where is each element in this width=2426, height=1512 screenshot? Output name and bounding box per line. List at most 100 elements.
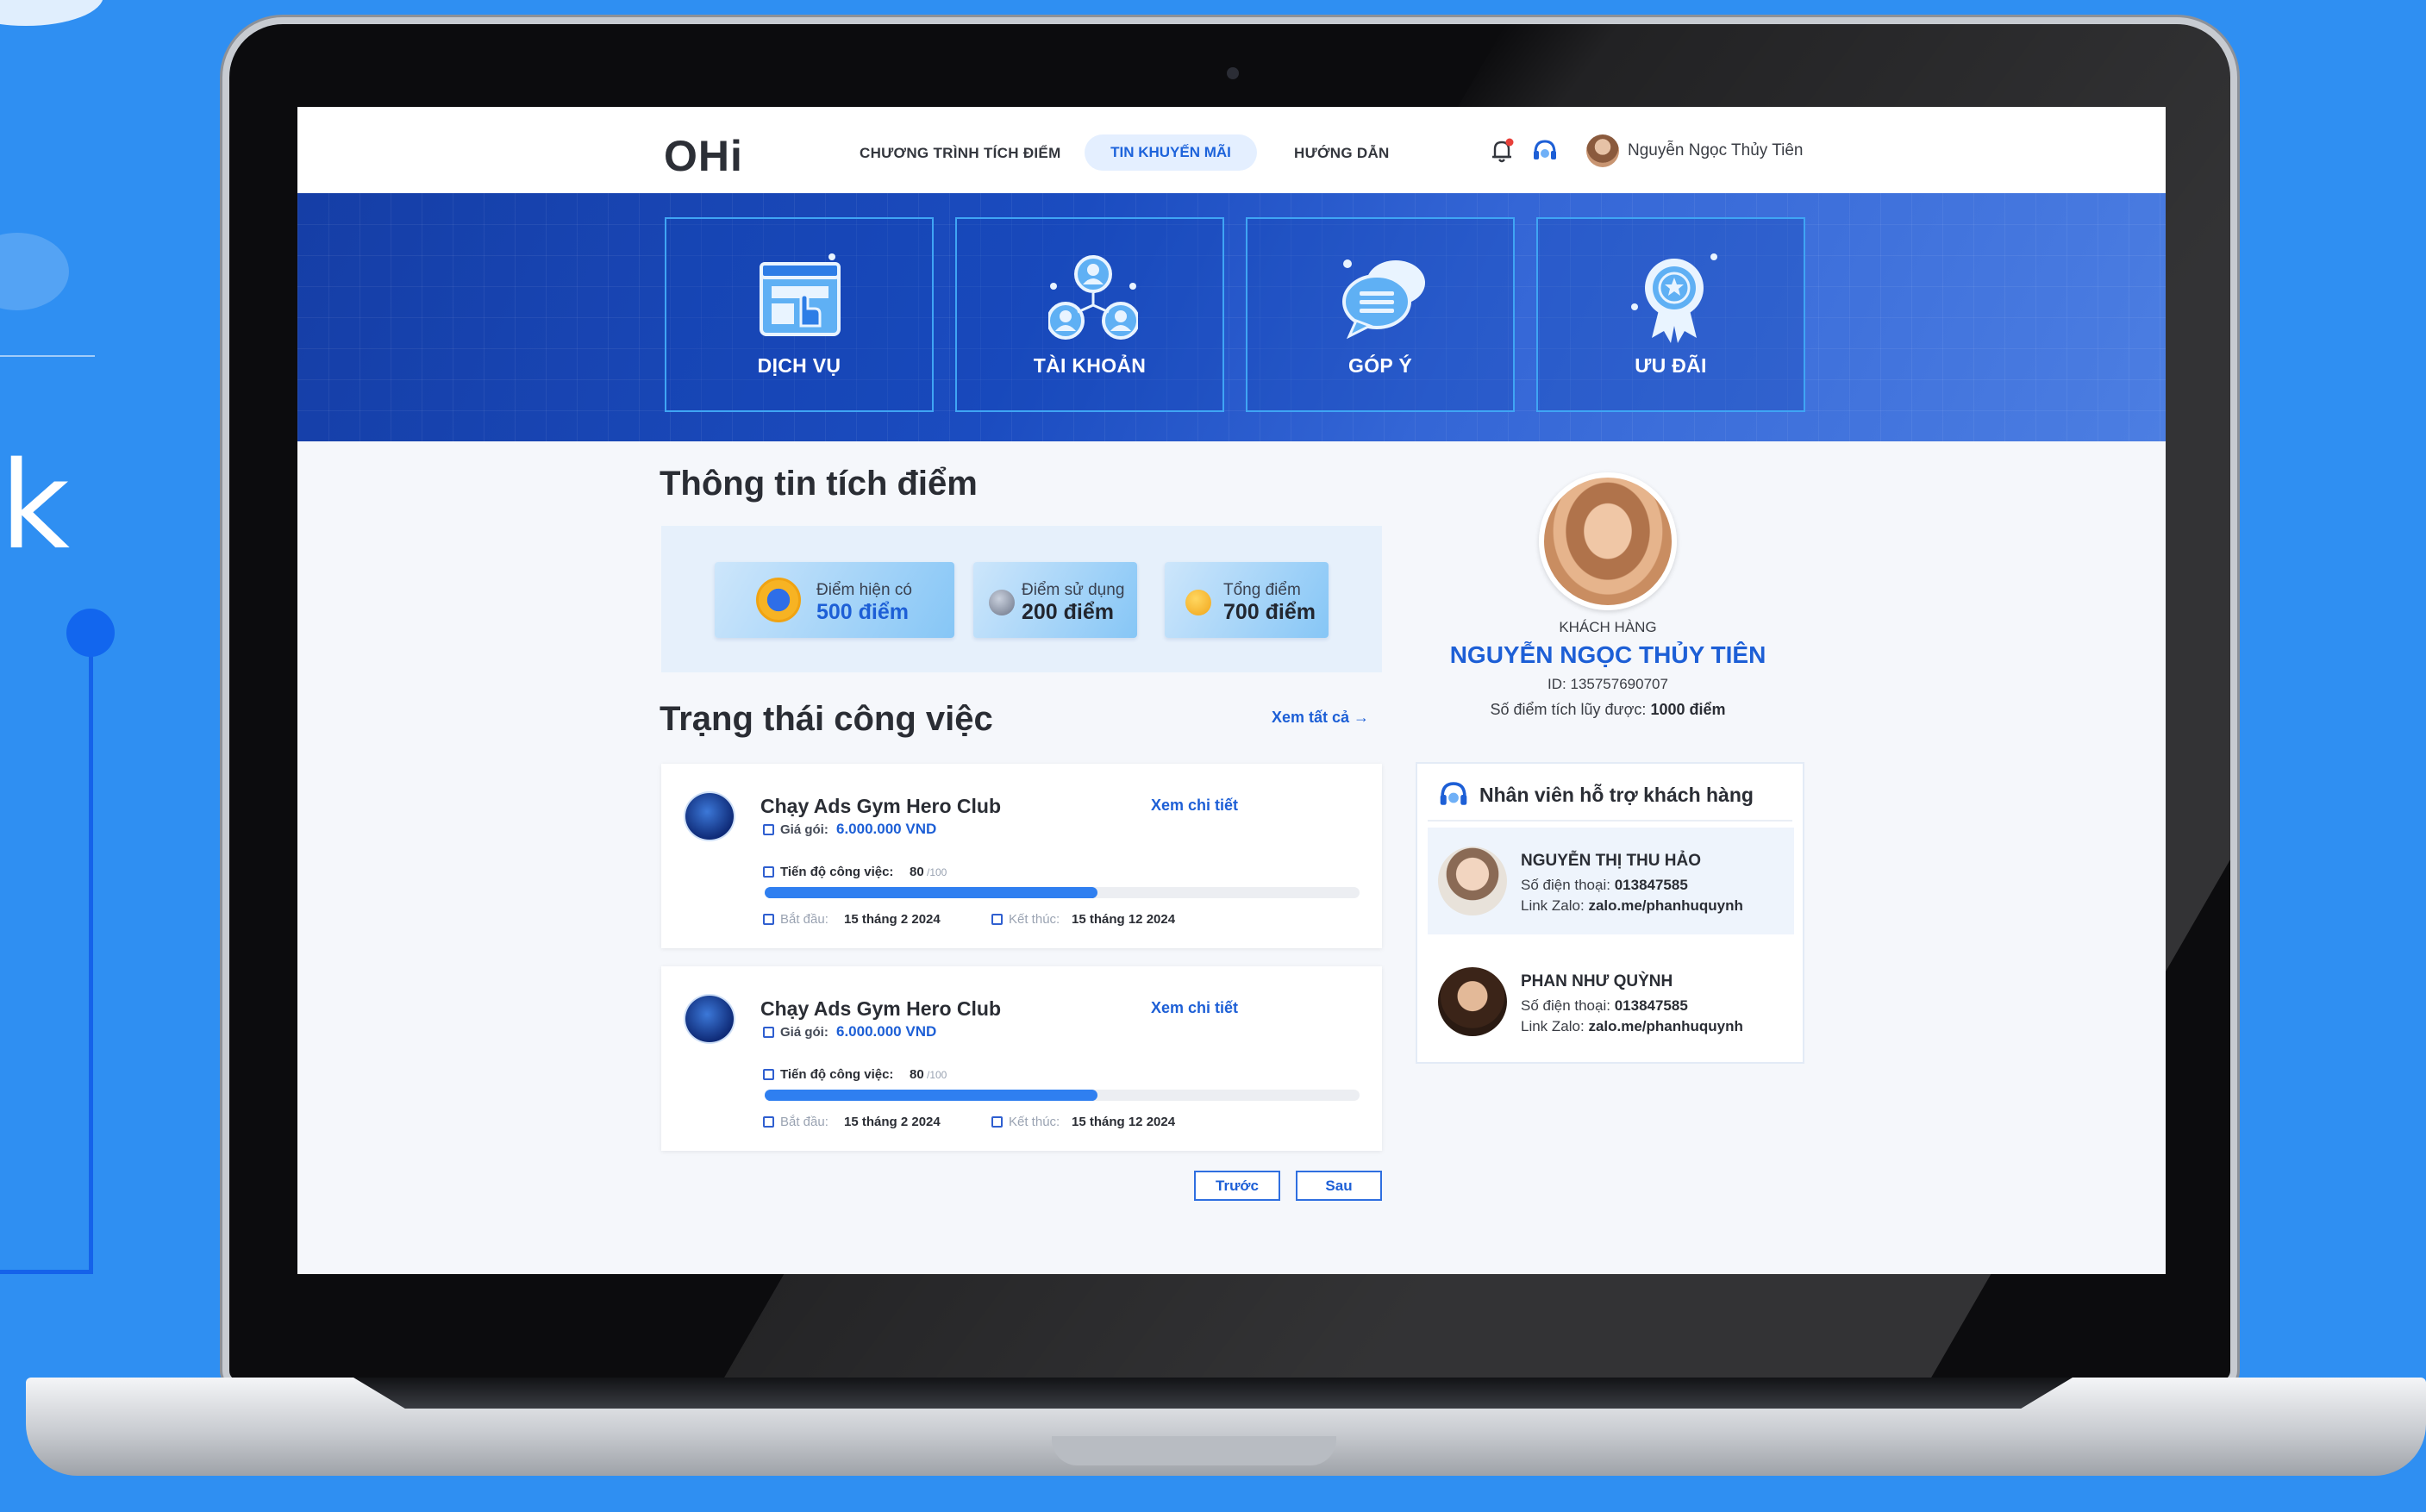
jobs-title: Trạng thái công việc: [660, 700, 993, 738]
calendar-end-icon: [991, 1116, 1003, 1128]
background-glow: [0, 233, 69, 310]
tile-feedback-label: GÓP Ý: [1348, 354, 1412, 377]
next-page-button[interactable]: Sau: [1296, 1171, 1382, 1201]
job-progress-max: /100: [927, 1069, 947, 1081]
staff-phone: Số điện thoại: 013847585: [1521, 997, 1688, 1015]
divider: [1428, 820, 1792, 822]
support-panel: Nhân viên hỗ trợ khách hàng NGUYỄN THỊ T…: [1416, 762, 1804, 1064]
job-start-value: 15 tháng 2 2024: [844, 1115, 941, 1129]
laptop-notch: [1052, 1436, 1336, 1465]
staff-zalo-label: Link Zalo:: [1521, 897, 1585, 914]
briefcase-icon: [763, 1069, 774, 1080]
briefcase-icon: [763, 866, 774, 878]
job-price-value: 6.000.000 VND: [836, 821, 937, 837]
job-progress-max: /100: [927, 866, 947, 878]
staff-avatar: [1438, 847, 1507, 915]
banner-grid-pattern: [297, 193, 2166, 441]
profile-role: KHÁCH HÀNG: [1559, 619, 1657, 635]
staff-name: NGUYỄN THỊ THU HẢO: [1521, 852, 1701, 870]
job-price-value: 6.000.000 VND: [836, 1023, 937, 1040]
job-card[interactable]: Chạy Ads Gym Hero Club Xem chi tiết Giá …: [661, 966, 1382, 1151]
job-end-label: Kết thúc:: [1009, 912, 1060, 927]
points-card-used[interactable]: Điểm sử dụng 200 điểm: [973, 562, 1137, 638]
job-end-value: 15 tháng 12 2024: [1072, 912, 1176, 927]
camera-icon: [1227, 67, 1239, 79]
profile-id: ID: 135757690707: [1548, 676, 1668, 692]
profile-points-value: 1000 điểm: [1650, 701, 1726, 718]
app-header: OHi CHƯƠNG TRÌNH TÍCH ĐIỂM TIN KHUYẾN MÃ…: [297, 107, 2166, 193]
user-avatar[interactable]: [1586, 134, 1619, 167]
headset-icon[interactable]: [1530, 136, 1560, 166]
coin-icon: [756, 578, 801, 622]
staff-phone-label: Số điện thoại:: [1521, 997, 1610, 1014]
job-logo: [684, 994, 735, 1044]
tile-service[interactable]: DỊCH VỤ: [665, 217, 934, 412]
points-card-current-label: Điểm hiện có: [816, 581, 912, 599]
progress-bar-track: [765, 1090, 1360, 1101]
points-card-total-value: 700 điểm: [1223, 600, 1316, 624]
job-progress-label: Tiến độ công việc:: [780, 1067, 894, 1082]
bell-icon[interactable]: [1487, 136, 1516, 166]
job-start-label: Bắt đầu:: [780, 1115, 828, 1129]
job-detail-link[interactable]: Xem chi tiết: [1151, 797, 1238, 815]
background-timeline: [0, 632, 93, 1274]
price-tag-icon: [763, 1027, 774, 1038]
staff-name: PHAN NHƯ QUỲNH: [1521, 972, 1673, 990]
staff-zalo-link[interactable]: zalo.me/phanhuquynh: [1588, 1018, 1742, 1034]
account-network-icon: [1048, 255, 1138, 340]
staff-phone-value: 013847585: [1614, 877, 1688, 893]
job-end-value: 15 tháng 12 2024: [1072, 1115, 1176, 1129]
badge-star-icon: [1631, 253, 1717, 343]
staff-avatar: [1438, 967, 1507, 1036]
tile-feedback[interactable]: GÓP Ý: [1246, 217, 1515, 412]
job-detail-link[interactable]: Xem chi tiết: [1151, 999, 1238, 1017]
keyboard-hinge: [353, 1378, 2073, 1409]
tile-offers-label: ƯU ĐÃI: [1635, 354, 1707, 377]
see-all-link[interactable]: Xem tất cả →: [1272, 709, 1369, 727]
job-progress-value: 80: [910, 1067, 924, 1082]
background-cloud: [0, 0, 103, 26]
progress-bar-fill: [765, 887, 1098, 898]
job-logo: [684, 791, 735, 841]
calendar-end-icon: [991, 914, 1003, 925]
job-start-value: 15 tháng 2 2024: [844, 912, 941, 927]
job-end-label: Kết thúc:: [1009, 1115, 1060, 1129]
header-user-name[interactable]: Nguyễn Ngọc Thủy Tiên: [1628, 141, 1804, 160]
headset-icon: [1440, 782, 1467, 805]
tile-account[interactable]: TÀI KHOẢN: [955, 217, 1224, 412]
profile-avatar[interactable]: [1539, 472, 1677, 610]
staff-phone-label: Số điện thoại:: [1521, 877, 1610, 893]
nav-promotions[interactable]: TIN KHUYẾN MÃI: [1085, 134, 1257, 171]
tile-offers[interactable]: ƯU ĐÃI: [1536, 217, 1805, 412]
calendar-start-icon: [763, 914, 774, 925]
calendar-start-icon: [763, 1116, 774, 1128]
staff-item[interactable]: NGUYỄN THỊ THU HẢO Số điện thoại: 013847…: [1428, 828, 1794, 934]
job-card[interactable]: Chạy Ads Gym Hero Club Xem chi tiết Giá …: [661, 764, 1382, 948]
staff-zalo: Link Zalo: zalo.me/phanhuquynh: [1521, 897, 1743, 915]
background-letter: k: [0, 436, 71, 577]
app-screen: OHi CHƯƠNG TRÌNH TÍCH ĐIỂM TIN KHUYẾN MÃ…: [297, 107, 2166, 1274]
points-card-used-label: Điểm sử dụng: [1022, 581, 1125, 599]
points-panel: Điểm hiện có 500 điểm Điểm sử dụng 200 đ…: [661, 526, 1382, 672]
tile-service-label: DỊCH VỤ: [757, 354, 841, 377]
points-card-total[interactable]: Tổng điểm 700 điểm: [1165, 562, 1329, 638]
tile-account-label: TÀI KHOẢN: [1033, 354, 1147, 377]
category-banner: DỊCH VỤ TÀI KHOẢN GÓP Ý ƯU ĐÃI: [297, 193, 2166, 441]
support-title: Nhân viên hỗ trợ khách hàng: [1479, 784, 1754, 806]
staff-zalo-label: Link Zalo:: [1521, 1018, 1585, 1034]
points-card-total-label: Tổng điểm: [1223, 581, 1301, 599]
logo[interactable]: OHi: [664, 131, 743, 181]
points-title: Thông tin tích điểm: [660, 465, 978, 503]
gold-coin-icon: [1185, 590, 1211, 615]
staff-zalo-link[interactable]: zalo.me/phanhuquynh: [1588, 897, 1742, 914]
progress-bar-fill: [765, 1090, 1098, 1101]
job-progress-label: Tiến độ công việc:: [780, 865, 894, 879]
prev-page-button[interactable]: Trước: [1194, 1171, 1280, 1201]
points-card-current[interactable]: Điểm hiện có 500 điểm: [715, 562, 954, 638]
nav-loyalty-program[interactable]: CHƯƠNG TRÌNH TÍCH ĐIỂM: [860, 145, 1061, 162]
staff-item[interactable]: PHAN NHƯ QUỲNH Số điện thoại: 013847585 …: [1428, 948, 1794, 1055]
nav-guide[interactable]: HƯỚNG DẪN: [1294, 145, 1390, 162]
background-line: [0, 355, 95, 357]
timeline-dot: [66, 609, 115, 657]
job-title: Chạy Ads Gym Hero Club: [760, 997, 1002, 1020]
